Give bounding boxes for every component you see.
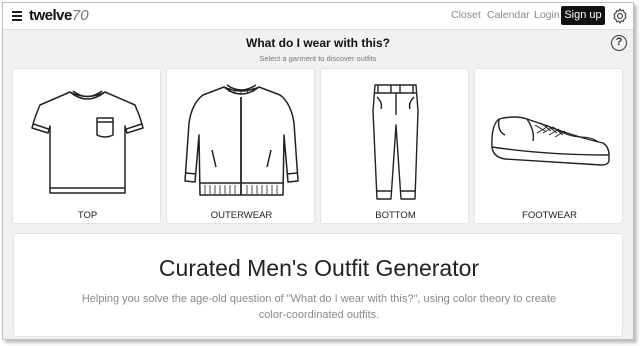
gear-icon[interactable]	[611, 7, 629, 25]
hero-panel: Curated Men's Outfit Generator Helping y…	[13, 233, 623, 337]
picker-title: What do I wear with this?	[246, 36, 390, 50]
top-navigation-bar: twelve70 Closet Calendar Login Sign up	[3, 3, 633, 30]
signup-button[interactable]: Sign up	[561, 6, 605, 25]
category-card-outerwear[interactable]: OUTERWEAR	[166, 68, 315, 224]
nav-link-login[interactable]: Login	[534, 9, 560, 21]
logo-text: twelve	[29, 7, 72, 24]
help-icon[interactable]: ?	[611, 35, 627, 51]
hero-description: Helping you solve the age-old question o…	[81, 293, 557, 321]
picker-subtitle: Select a garment to discover outfits	[259, 54, 377, 63]
category-card-bottom[interactable]: BOTTOM	[320, 68, 469, 224]
jacket-icon	[184, 84, 299, 196]
nav-link-calendar[interactable]: Calendar	[487, 9, 530, 21]
nav-link-closet[interactable]: Closet	[451, 9, 481, 21]
category-label-footwear: FOOTWEAR	[522, 210, 577, 221]
logo-number: 70	[71, 7, 89, 24]
hamburger-icon[interactable]	[12, 11, 22, 21]
app-window: twelve70 Closet Calendar Login Sign up W…	[2, 2, 634, 340]
category-label-bottom: BOTTOM	[375, 210, 416, 221]
logo[interactable]: twelve70	[29, 7, 89, 24]
pants-icon	[372, 84, 419, 200]
category-card-top[interactable]: TOP	[12, 68, 161, 224]
category-card-footwear[interactable]: FOOTWEAR	[474, 68, 623, 224]
category-label-top: TOP	[77, 210, 98, 221]
tshirt-icon	[31, 90, 144, 194]
sneaker-icon	[491, 116, 610, 166]
hero-title: Curated Men's Outfit Generator	[158, 255, 480, 281]
category-label-outerwear: OUTERWEAR	[210, 210, 273, 221]
